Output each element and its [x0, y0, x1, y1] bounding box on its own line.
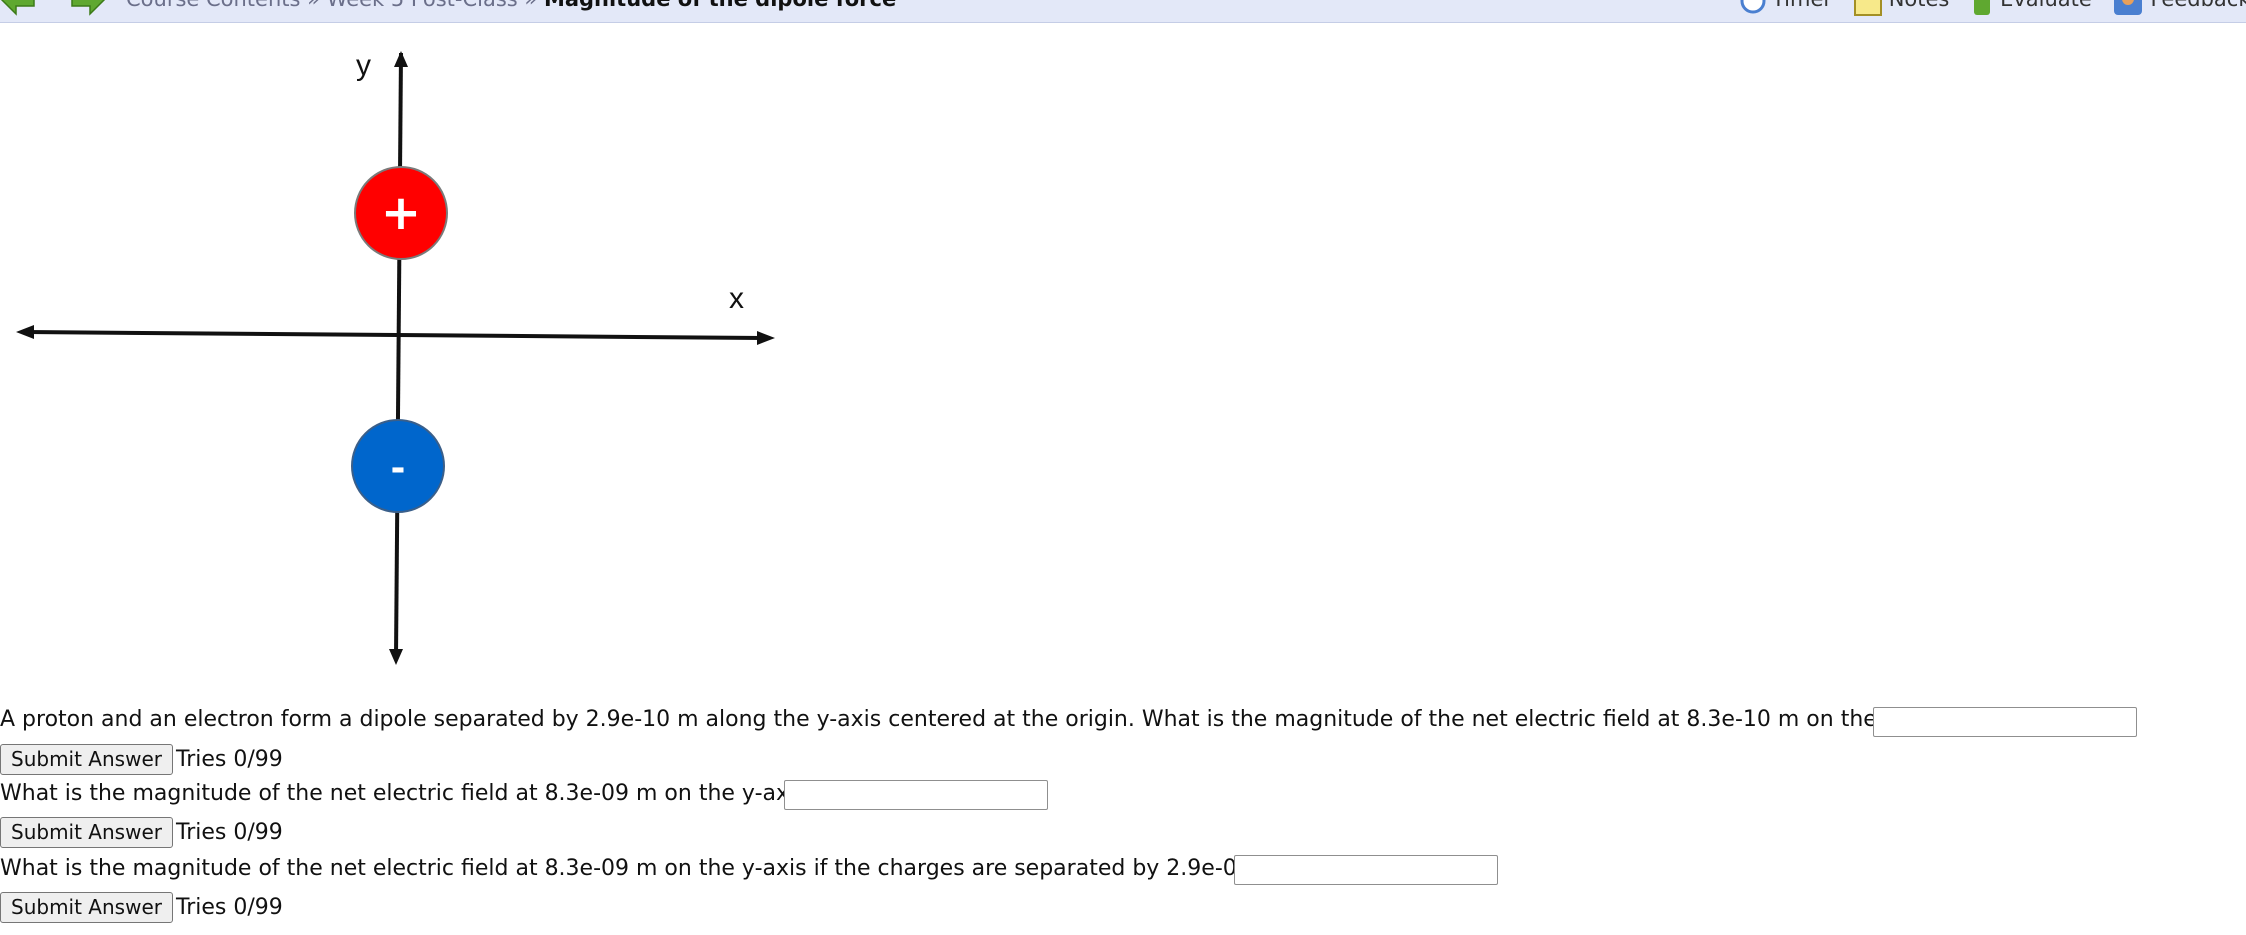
positive-charge: + [354, 166, 448, 260]
feedback-icon [2114, 0, 2143, 15]
feedback-button[interactable]: Feedback [2112, 0, 2246, 17]
dipole-diagram: y x + - [16, 49, 775, 665]
top-navigation-bar: Course Contents » Week 5 Post-Class » Ma… [0, 0, 2246, 23]
x-axis-line [25, 330, 766, 340]
question-3-tries: Tries 0/99 [176, 895, 283, 920]
toolbar: Timer Notes Evaluate Feedback [1740, 0, 2246, 22]
question-3-text: What is the magnitude of the net electri… [0, 856, 1291, 881]
y-axis-arrow-up [394, 51, 408, 67]
forward-arrow-icon[interactable] [70, 0, 106, 16]
question-3-answer-input[interactable] [1234, 855, 1498, 885]
evaluate-button[interactable]: Evaluate [1970, 0, 2092, 17]
notes-icon [1853, 0, 1882, 16]
evaluate-icon [1974, 0, 1991, 15]
clock-icon [1740, 0, 1766, 14]
negative-charge: - [351, 419, 445, 513]
negative-charge-symbol: - [391, 448, 406, 489]
question-1-text: A proton and an electron form a dipole s… [0, 707, 1961, 732]
x-axis-arrow-right [757, 331, 775, 345]
y-axis-arrow-down [389, 649, 403, 665]
question-2-text: What is the magnitude of the net electri… [0, 781, 819, 806]
breadcrumb: Course Contents » Week 5 Post-Class » Ma… [126, 0, 896, 11]
question-2-submit-button[interactable]: Submit Answer [0, 817, 173, 848]
breadcrumb-separator: » [307, 0, 320, 11]
question-1-submit-button[interactable]: Submit Answer [0, 744, 173, 775]
notes-label: Notes [1889, 0, 1950, 11]
timer-label: Timer [1772, 0, 1832, 11]
question-2-answer-input[interactable] [784, 780, 1048, 810]
notes-button[interactable]: Notes [1853, 0, 1950, 17]
back-arrow-icon[interactable] [0, 0, 36, 16]
question-3-submit-button[interactable]: Submit Answer [0, 892, 173, 923]
question-1-tries: Tries 0/99 [176, 747, 283, 772]
breadcrumb-separator: » [524, 0, 537, 11]
evaluate-label: Evaluate [2000, 0, 2092, 11]
timer-button[interactable]: Timer [1740, 0, 1832, 17]
x-axis-label: x [729, 282, 744, 315]
positive-charge-symbol: + [381, 185, 421, 241]
question-2-tries: Tries 0/99 [176, 820, 283, 845]
breadcrumb-week[interactable]: Week 5 Post-Class [327, 0, 518, 11]
y-axis-label: y [356, 49, 371, 82]
y-axis-line [394, 52, 403, 658]
x-axis-arrow-left [16, 325, 34, 339]
page-title: Magnitude of the dipole force [544, 0, 896, 11]
question-1-answer-input[interactable] [1873, 707, 2137, 737]
feedback-label: Feedback [2150, 0, 2246, 11]
breadcrumb-course-contents[interactable]: Course Contents [126, 0, 300, 11]
